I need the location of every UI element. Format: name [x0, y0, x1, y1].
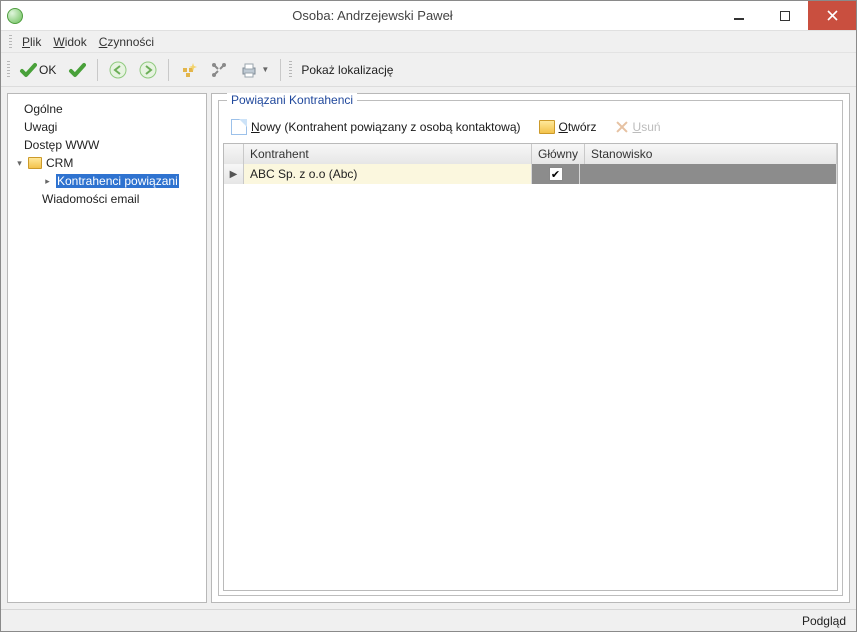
collapse-icon[interactable]: ▾ [14, 158, 25, 169]
col-position-header[interactable]: Stanowisko [585, 144, 837, 164]
menubar-grip [9, 35, 12, 49]
toolbar-new-button[interactable] [175, 57, 203, 83]
check-green-icon [68, 61, 86, 79]
row-indicator-icon: ▶ [224, 164, 244, 184]
linked-contractors-group: Powiązani Kontrahenci Nowy (Kontrahent p… [218, 100, 843, 596]
apply-button[interactable] [63, 57, 91, 83]
toolbar-separator [168, 59, 169, 81]
toolbar-separator [97, 59, 98, 81]
check-green-icon [19, 61, 37, 79]
maximize-button[interactable] [762, 1, 808, 30]
chevron-down-icon: ▼ [261, 65, 269, 74]
close-button[interactable] [808, 1, 856, 30]
table-row[interactable]: ▶ ABC Sp. z o.o (Abc) ✔ [224, 164, 837, 184]
tree-item-crm[interactable]: ▾CRM [10, 154, 204, 172]
folder-icon [28, 157, 42, 169]
document-icon [231, 119, 247, 135]
cell-main[interactable]: ✔ [532, 164, 580, 184]
tree-item-notes[interactable]: Uwagi [10, 118, 204, 136]
main-panel: Powiązani Kontrahenci Nowy (Kontrahent p… [211, 93, 850, 603]
tree-item-www[interactable]: Dostęp WWW [10, 136, 204, 154]
toolbar-grip [7, 61, 10, 79]
ok-button[interactable]: OK [14, 57, 61, 83]
nav-forward-button[interactable] [134, 57, 162, 83]
arrow-left-icon [109, 61, 127, 79]
status-preview-label[interactable]: Podgląd [802, 614, 846, 628]
window-title: Osoba: Andrzejewski Paweł [29, 8, 716, 23]
contractors-grid: Kontrahent Główny Stanowisko ▶ ABC Sp. z… [223, 143, 838, 591]
menubar: Plik Widok Czynności [1, 31, 856, 53]
sparkle-grid-icon [180, 61, 198, 79]
cell-position[interactable] [580, 164, 837, 184]
minimize-button[interactable] [716, 1, 762, 30]
statusbar: Podgląd [1, 609, 856, 631]
delete-icon [615, 120, 629, 134]
expand-icon[interactable]: ▸ [42, 176, 53, 187]
panel-toolbar: Nowy (Kontrahent powiązany z osobą konta… [223, 115, 838, 139]
nav-tree: Ogólne Uwagi Dostęp WWW ▾CRM ▸Kontrahenc… [10, 100, 204, 208]
menu-file[interactable]: Plik [16, 33, 47, 51]
folder-open-icon [539, 120, 555, 134]
grid-body[interactable]: ▶ ABC Sp. z o.o (Abc) ✔ [224, 164, 837, 590]
app-icon [7, 8, 23, 24]
open-button[interactable]: Otwórz [533, 118, 603, 136]
menu-view[interactable]: Widok [47, 33, 92, 51]
arrow-right-icon [139, 61, 157, 79]
tree-item-linked-contractors[interactable]: ▸Kontrahenci powiązani [10, 172, 204, 190]
tools-icon [210, 61, 228, 79]
show-location-button[interactable]: Pokaż lokalizację [296, 57, 398, 83]
cell-contractor[interactable]: ABC Sp. z o.o (Abc) [244, 164, 532, 184]
checkbox-checked-icon[interactable]: ✔ [549, 167, 563, 181]
window: Osoba: Andrzejewski Paweł Plik Widok Czy… [0, 0, 857, 632]
toolbar: OK [1, 53, 856, 87]
col-contractor-header[interactable]: Kontrahent [244, 144, 532, 164]
grid-rowhead-header [224, 144, 244, 164]
menu-actions[interactable]: Czynności [93, 33, 160, 51]
col-main-header[interactable]: Główny [532, 144, 585, 164]
tree-item-general[interactable]: Ogólne [10, 100, 204, 118]
toolbar-separator [280, 59, 281, 81]
nav-panel: Ogólne Uwagi Dostęp WWW ▾CRM ▸Kontrahenc… [7, 93, 207, 603]
printer-icon [240, 61, 258, 79]
nav-back-button[interactable] [104, 57, 132, 83]
toolbar-tools-button[interactable] [205, 57, 233, 83]
tree-item-emails[interactable]: Wiadomości email [10, 190, 204, 208]
grid-header: Kontrahent Główny Stanowisko [224, 144, 837, 164]
titlebar: Osoba: Andrzejewski Paweł [1, 1, 856, 31]
delete-button[interactable]: Usuń [609, 118, 667, 136]
toolbar-print-button[interactable]: ▼ [235, 57, 274, 83]
group-title: Powiązani Kontrahenci [227, 93, 357, 107]
new-button[interactable]: Nowy (Kontrahent powiązany z osobą konta… [225, 117, 527, 137]
toolbar-grip [289, 61, 292, 79]
